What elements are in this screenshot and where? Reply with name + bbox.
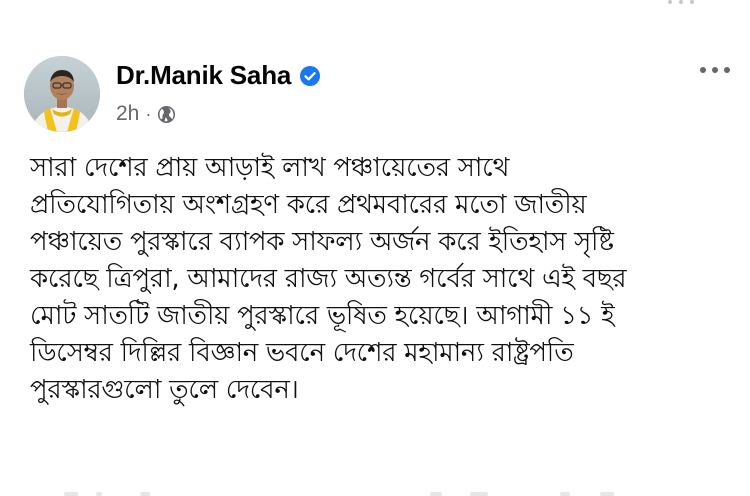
post-meta: 2h ·: [116, 102, 176, 126]
post-text-line: ডিসেম্বর দিল্লির বিজ্ঞান ভবনে দেশের মহাম…: [30, 338, 574, 368]
globe-icon[interactable]: [157, 105, 176, 124]
verified-badge-icon: [299, 65, 321, 87]
post-text-line: প্রতিযোগিতায় অংশগ্রহণ করে প্রথমবারের মত…: [30, 190, 587, 220]
post-text-line: মোট সাতটি জাতীয় পুরস্কারে ভূষিত হয়েছে।…: [30, 301, 615, 331]
meta-separator: ·: [145, 103, 152, 124]
avatar[interactable]: [24, 56, 100, 132]
avatar-photo: [24, 56, 100, 132]
author-row: Dr.Manik Saha: [116, 60, 321, 91]
post-text-line: করেছে ত্রিপুরা, আমাদের রাজ্য অত্যন্ত গর্…: [30, 264, 627, 294]
author-name[interactable]: Dr.Manik Saha: [116, 60, 291, 91]
post-text-line: পঞ্চায়েত পুরস্কারে ব্যাপক সাফল্য অর্জন …: [30, 227, 614, 257]
more-options-icon[interactable]: [700, 67, 730, 73]
top-edge-dots: [668, 0, 694, 4]
post-body: সারা দেশের প্রায় আড়াই লাখ পঞ্চায়েতের …: [30, 150, 750, 409]
bottom-edge-fragments: [0, 488, 750, 496]
post-text-line: পুরস্কারগুলো তুলে দেবেন।: [30, 375, 299, 405]
post-text-line: সারা দেশের প্রায় আড়াই লাখ পঞ্চায়েতের …: [30, 153, 510, 183]
post-timestamp[interactable]: 2h: [116, 102, 139, 126]
facebook-post: Dr.Manik Saha 2h · সারা দেশের প্রায় আড়…: [0, 0, 750, 496]
